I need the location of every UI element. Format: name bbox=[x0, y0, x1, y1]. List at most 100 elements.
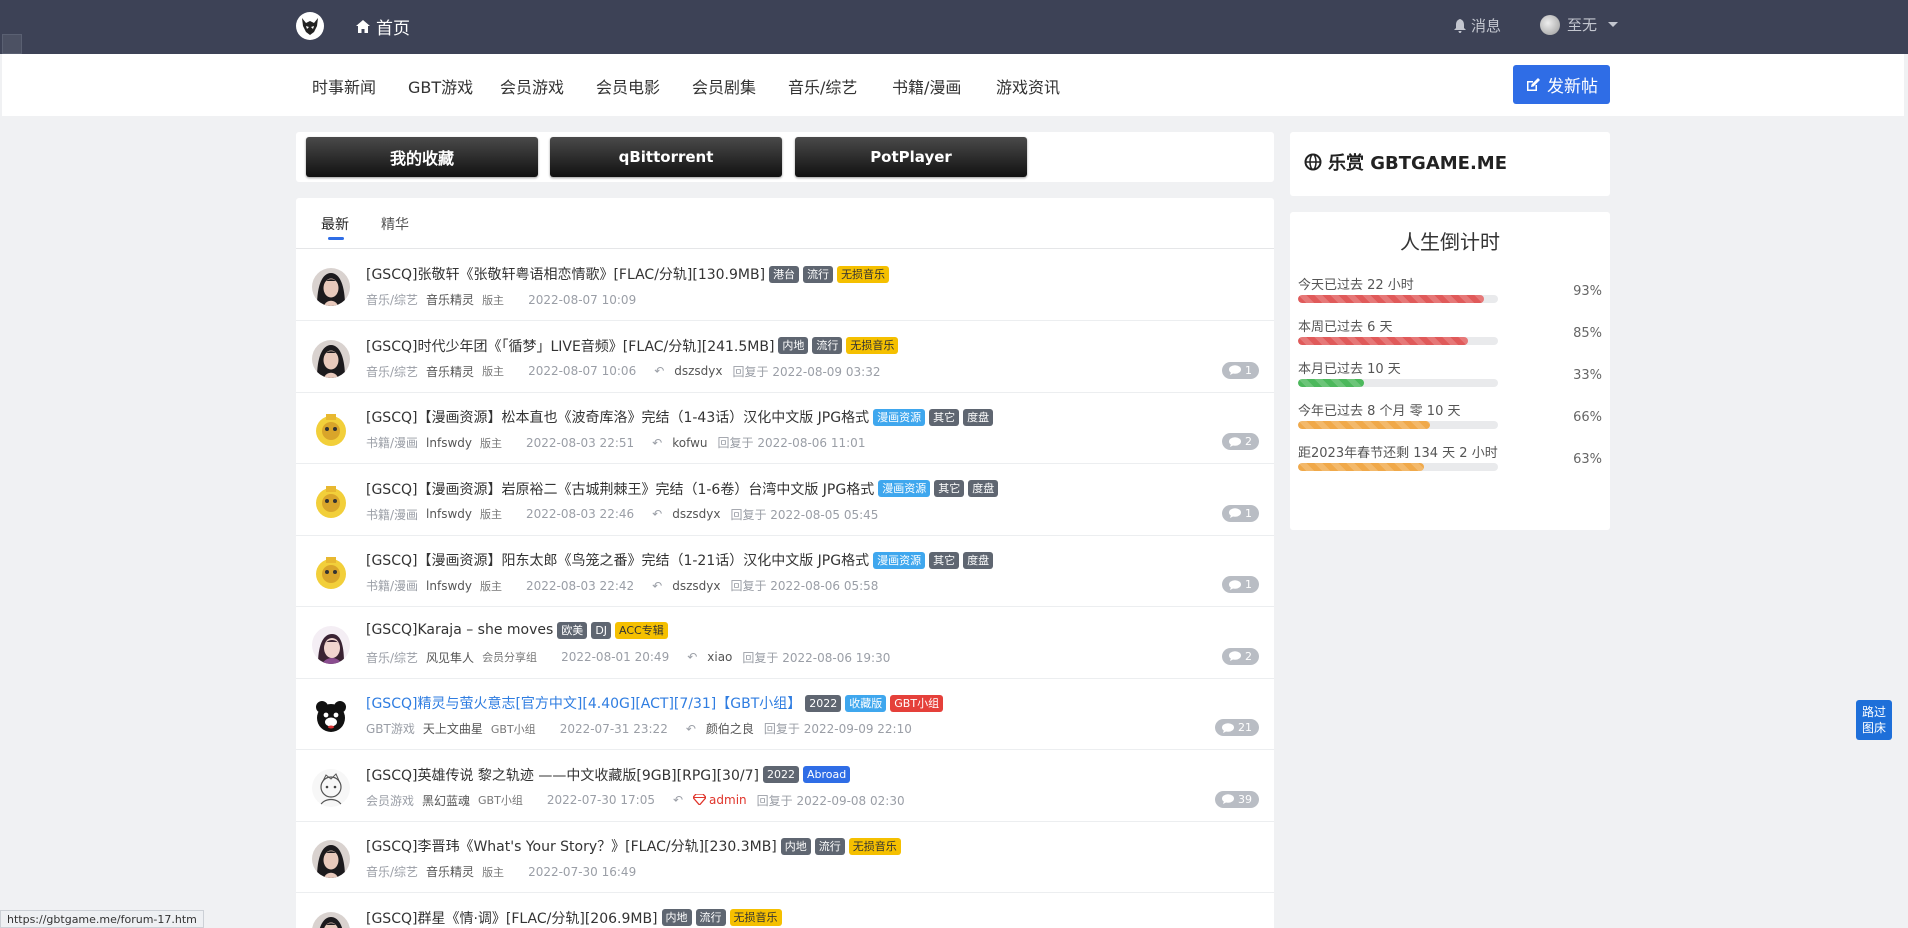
author-name[interactable]: lnfswdy bbox=[426, 579, 472, 593]
last-replier[interactable]: xiao bbox=[707, 650, 732, 664]
last-replier[interactable]: admin bbox=[692, 793, 747, 807]
author-avatar[interactable] bbox=[312, 840, 350, 878]
author-avatar[interactable] bbox=[312, 411, 350, 449]
author-avatar[interactable] bbox=[312, 482, 350, 521]
thread-tag[interactable]: 无损音乐 bbox=[846, 337, 899, 354]
author-avatar[interactable] bbox=[312, 554, 350, 592]
potplayer-button[interactable]: PotPlayer bbox=[795, 137, 1027, 177]
thread-tag[interactable]: 无损音乐 bbox=[837, 265, 890, 283]
thread-tag[interactable]: 内地 bbox=[780, 837, 811, 855]
thread-title[interactable]: [GSCQ]精灵与萤火意志[官方中文][4.40G][ACT][7/31]【GB… bbox=[366, 693, 801, 713]
forum-name[interactable]: 书籍/漫画 bbox=[366, 577, 418, 594]
thread-tag[interactable]: 内地 bbox=[778, 337, 809, 354]
thread-title[interactable]: [GSCQ]时代少年团《「循梦」LIVE音频》[FLAC/分轨][241.5MB… bbox=[366, 336, 774, 356]
side-tab[interactable] bbox=[2, 34, 22, 54]
nav-item-music[interactable]: 音乐/综艺 bbox=[788, 74, 857, 98]
thread-tag[interactable]: 度盘 bbox=[963, 408, 994, 426]
nav-item-news[interactable]: 时事新闻 bbox=[312, 74, 376, 98]
thread-row[interactable]: [GSCQ]时代少年团《「循梦」LIVE音频》[FLAC/分轨][241.5MB… bbox=[296, 322, 1274, 393]
thread-tag[interactable]: GBT小组 bbox=[890, 694, 944, 712]
nav-item-member-series[interactable]: 会员剧集 bbox=[692, 74, 756, 98]
thread-row[interactable]: [GSCQ]李晋玮《What's Your Story？》[FLAC/分轨][2… bbox=[296, 822, 1274, 893]
thread-tag[interactable]: 流行 bbox=[803, 265, 834, 283]
thread-tag[interactable]: 无损音乐 bbox=[729, 909, 782, 926]
nav-item-member-games[interactable]: 会员游戏 bbox=[500, 74, 564, 98]
forum-name[interactable]: 音乐/综艺 bbox=[366, 649, 418, 666]
author-avatar[interactable] bbox=[312, 911, 350, 928]
last-replier[interactable]: dszsdyx bbox=[672, 507, 720, 521]
thread-row[interactable]: [GSCQ]精灵与萤火意志[官方中文][4.40G][ACT][7/31]【GB… bbox=[296, 679, 1274, 750]
thread-row[interactable]: [GSCQ]张敬轩《张敬轩粤语相恋情歌》[FLAC/分轨][130.9MB] 港台… bbox=[296, 250, 1274, 321]
author-name[interactable]: 黑幻蓝魂 bbox=[422, 792, 470, 809]
thread-row[interactable]: [GSCQ]【漫画资源】阳东太郎《鸟笼之番》完结（1-21话）汉化中文版 JPG… bbox=[296, 536, 1274, 607]
thread-tag[interactable]: 其它 bbox=[929, 408, 960, 426]
last-replier[interactable]: kofwu bbox=[672, 436, 707, 450]
thread-tag[interactable]: DJ bbox=[591, 621, 612, 639]
thread-tag[interactable]: 港台 bbox=[769, 265, 800, 283]
thread-tag[interactable]: 其它 bbox=[929, 551, 960, 569]
nav-item-books[interactable]: 书籍/漫画 bbox=[892, 74, 961, 98]
thread-title[interactable]: [GSCQ]群星《情·调》[FLAC/分轨][206.9MB] bbox=[366, 908, 658, 928]
last-replier[interactable]: dszsdyx bbox=[672, 579, 720, 593]
thread-tag[interactable]: 2022 bbox=[762, 766, 799, 783]
thread-tag[interactable]: 流行 bbox=[695, 909, 726, 926]
forum-name[interactable]: GBT游戏 bbox=[366, 720, 415, 737]
forum-name[interactable]: 音乐/综艺 bbox=[366, 291, 418, 308]
nav-item-gbt-games[interactable]: GBT游戏 bbox=[408, 74, 473, 98]
author-name[interactable]: 音乐精灵 bbox=[426, 863, 474, 880]
thread-tag[interactable]: 度盘 bbox=[963, 551, 994, 569]
forum-name[interactable]: 音乐/综艺 bbox=[366, 363, 418, 380]
thread-tag[interactable]: 漫画资源 bbox=[878, 480, 931, 497]
author-avatar[interactable] bbox=[312, 697, 350, 735]
author-name[interactable]: 天上文曲星 bbox=[423, 720, 483, 737]
author-avatar[interactable] bbox=[312, 768, 350, 807]
tab-featured[interactable]: 精华 bbox=[381, 214, 409, 234]
thread-row[interactable]: [GSCQ]【漫画资源】松本直也《波奇库洛》完结（1-43话）汉化中文版 JPG… bbox=[296, 393, 1274, 464]
thread-title[interactable]: [GSCQ]Karaja – she moves bbox=[366, 622, 553, 638]
author-name[interactable]: 音乐精灵 bbox=[426, 363, 474, 380]
thread-tag[interactable]: ACC专辑 bbox=[615, 621, 668, 639]
thread-tag[interactable]: 收藏版 bbox=[845, 694, 887, 712]
author-avatar[interactable] bbox=[312, 268, 350, 306]
forum-name[interactable]: 会员游戏 bbox=[366, 792, 414, 809]
author-name[interactable]: lnfswdy bbox=[426, 507, 472, 521]
thread-tag[interactable]: 内地 bbox=[661, 909, 692, 926]
user-menu[interactable]: 至无 bbox=[1540, 14, 1619, 35]
author-name[interactable]: lnfswdy bbox=[426, 436, 472, 450]
thread-tag[interactable]: Abroad bbox=[802, 766, 851, 783]
thread-row[interactable]: [GSCQ]【漫画资源】岩原裕二《古城荆棘王》完结（1-6卷）台湾中文版 JPG… bbox=[296, 465, 1274, 536]
thread-row[interactable]: [GSCQ]Karaja – she moves 欧美 DJ ACC专辑音乐/综艺 风见… bbox=[296, 608, 1274, 679]
tab-latest[interactable]: 最新 bbox=[321, 214, 349, 234]
last-replier[interactable]: dszsdyx bbox=[674, 364, 722, 378]
thread-row[interactable]: [GSCQ]英雄传说 黎之轨迹 ——中文收藏版[9GB][RPG][30/7] 2… bbox=[296, 751, 1274, 822]
home-link[interactable]: 首页 bbox=[356, 14, 410, 39]
messages-link[interactable]: 消息 bbox=[1454, 15, 1501, 36]
forum-name[interactable]: 音乐/综艺 bbox=[366, 863, 418, 880]
nav-item-game-news[interactable]: 游戏资讯 bbox=[996, 74, 1060, 98]
thread-title[interactable]: [GSCQ]英雄传说 黎之轨迹 ——中文收藏版[9GB][RPG][30/7] bbox=[366, 765, 759, 785]
nav-item-member-movies[interactable]: 会员电影 bbox=[596, 74, 660, 98]
thread-title[interactable]: [GSCQ]【漫画资源】松本直也《波奇库洛》完结（1-43话）汉化中文版 JPG… bbox=[366, 407, 869, 427]
thread-title[interactable]: [GSCQ]李晋玮《What's Your Story？》[FLAC/分轨][2… bbox=[366, 836, 777, 856]
forum-name[interactable]: 书籍/漫画 bbox=[366, 506, 418, 523]
thread-tag[interactable]: 漫画资源 bbox=[873, 408, 926, 426]
thread-title[interactable]: [GSCQ]张敬轩《张敬轩粤语相恋情歌》[FLAC/分轨][130.9MB] bbox=[366, 264, 765, 284]
new-post-button[interactable]: 发新帖 bbox=[1513, 65, 1610, 104]
site-logo[interactable] bbox=[296, 12, 324, 40]
thread-tag[interactable]: 欧美 bbox=[557, 621, 588, 639]
author-avatar[interactable] bbox=[312, 625, 350, 664]
author-avatar[interactable] bbox=[312, 339, 350, 378]
thread-tag[interactable]: 漫画资源 bbox=[873, 551, 926, 569]
thread-tag[interactable]: 流行 bbox=[812, 337, 843, 354]
thread-tag[interactable]: 2022 bbox=[805, 694, 842, 712]
author-name[interactable]: 音乐精灵 bbox=[426, 291, 474, 308]
thread-title[interactable]: [GSCQ]【漫画资源】岩原裕二《古城荆棘王》完结（1-6卷）台湾中文版 JPG… bbox=[366, 479, 874, 499]
forum-name[interactable]: 书籍/漫画 bbox=[366, 434, 418, 451]
favorites-button[interactable]: 我的收藏 bbox=[306, 137, 538, 177]
brand-title[interactable]: 乐赏 GBTGAME.ME bbox=[1304, 149, 1507, 175]
thread-tag[interactable]: 流行 bbox=[814, 837, 845, 855]
thread-tag[interactable]: 其它 bbox=[934, 480, 965, 497]
qbittorrent-button[interactable]: qBittorrent bbox=[550, 137, 782, 177]
author-name[interactable]: 风见隼人 bbox=[426, 649, 474, 666]
thread-row[interactable]: [GSCQ]群星《情·调》[FLAC/分轨][206.9MB] 内地 流行 无损音乐 bbox=[296, 894, 1274, 928]
